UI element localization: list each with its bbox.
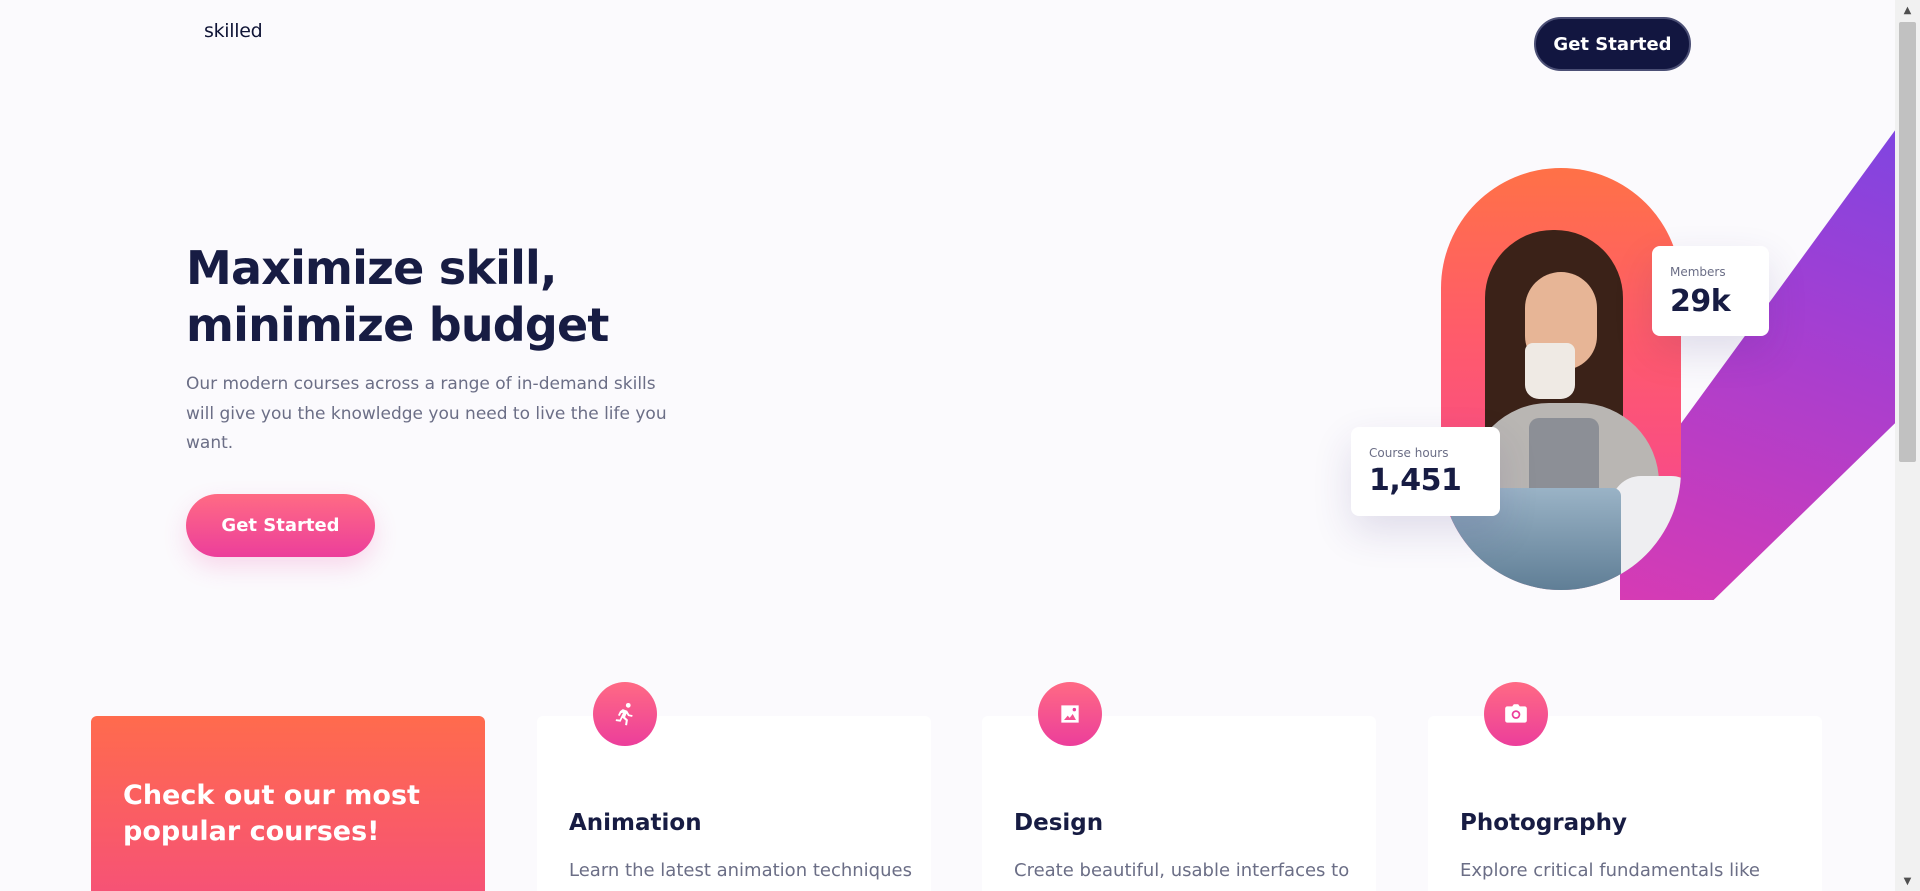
scroll-down-arrow-icon[interactable]: ▼ xyxy=(1895,871,1920,891)
hero-get-started-button[interactable]: Get Started xyxy=(186,494,375,557)
scrollbar-thumb[interactable] xyxy=(1899,22,1916,462)
course-hours-label: Course hours xyxy=(1369,446,1449,460)
members-stat-card: Members 29k xyxy=(1652,246,1769,336)
hero-title-line-2: minimize budget xyxy=(186,298,609,352)
popular-courses-promo: Check out our most popular courses! xyxy=(91,716,485,891)
course-description: Explore critical fundamentals like xyxy=(1460,860,1760,881)
course-card-animation[interactable]: Animation Learn the latest animation tec… xyxy=(537,682,931,891)
running-person-icon xyxy=(593,682,657,746)
course-title: Photography xyxy=(1460,810,1627,836)
logo[interactable]: skilled xyxy=(204,20,263,42)
scroll-up-arrow-icon[interactable]: ▲ xyxy=(1895,0,1920,20)
course-description: Learn the latest animation techniques xyxy=(569,860,912,881)
hero-title: Maximize skill, minimize budget xyxy=(186,240,706,354)
promo-title: Check out our most popular courses! xyxy=(123,780,420,847)
course-title: Design xyxy=(1014,810,1104,836)
course-hours-stat-card: Course hours 1,451 xyxy=(1351,427,1500,516)
course-card-photography[interactable]: Photography Explore critical fundamental… xyxy=(1428,682,1822,891)
header-get-started-button[interactable]: Get Started xyxy=(1534,17,1691,71)
members-value: 29k xyxy=(1670,284,1731,319)
camera-icon xyxy=(1484,682,1548,746)
landing-page: skilled Get Started Maximize skill, mini… xyxy=(0,0,1895,891)
hero-image xyxy=(1441,168,1681,590)
course-description: Create beautiful, usable interfaces to xyxy=(1014,860,1350,881)
portrait-pillow xyxy=(1611,476,1681,586)
vertical-scrollbar[interactable]: ▲ ▼ xyxy=(1895,0,1920,891)
course-title: Animation xyxy=(569,810,702,836)
hero-title-line-1: Maximize skill, xyxy=(186,241,558,295)
course-hours-value: 1,451 xyxy=(1369,463,1462,498)
course-card-design[interactable]: Design Create beautiful, usable interfac… xyxy=(982,682,1376,891)
hero-description: Our modern courses across a range of in-… xyxy=(186,374,667,453)
members-label: Members xyxy=(1670,265,1726,279)
portrait-mug xyxy=(1525,343,1575,399)
design-icon xyxy=(1038,682,1102,746)
